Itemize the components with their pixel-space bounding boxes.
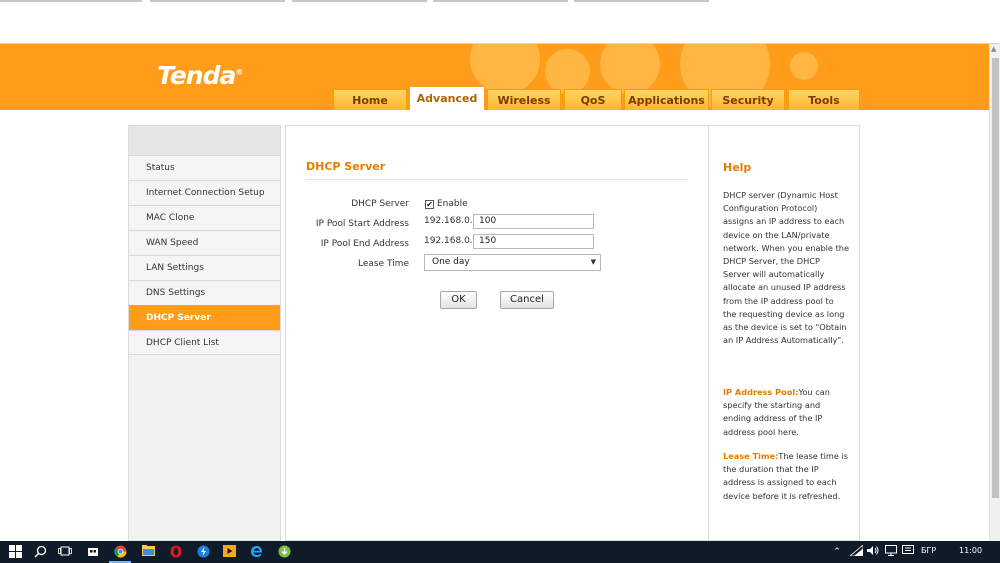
edge-legacy-icon[interactable] — [196, 545, 210, 559]
pool-end-input[interactable]: 150 — [473, 234, 594, 249]
tab-tools[interactable]: Tools — [788, 89, 860, 110]
task-view-icon[interactable] — [58, 545, 72, 559]
sidebar-item-lan-settings[interactable]: LAN Settings — [129, 255, 280, 280]
sidebar-item-wan-speed[interactable]: WAN Speed — [129, 230, 280, 255]
enable-label: Enable — [437, 199, 468, 209]
edge-icon[interactable] — [249, 545, 263, 559]
pool-start-input[interactable]: 100 — [473, 214, 594, 229]
sidebar-item-internet-connection-setup[interactable]: Internet Connection Setup — [129, 180, 280, 205]
help-pool-paragraph: IP Address Pool:You can specify the star… — [723, 386, 849, 439]
ok-button[interactable]: OK — [440, 291, 477, 309]
tab-wireless[interactable]: Wireless — [487, 89, 561, 110]
router-header: Tenda® Home Advanced Wireless QoS Applic… — [0, 44, 989, 110]
help-lease-term: Lease Time: — [723, 451, 779, 461]
dhcp-server-panel: DHCP Server DHCP Server ✔ Enable IP Pool… — [285, 125, 708, 541]
tab-advanced[interactable]: Advanced — [410, 87, 484, 110]
store-icon[interactable] — [86, 545, 100, 559]
decor-bubble — [600, 44, 660, 94]
lease-time-value: One day — [432, 257, 470, 267]
pool-end-prefix: 192.168.0. — [424, 236, 473, 246]
torrent-icon[interactable] — [277, 545, 291, 559]
lease-time-label: Lease Time — [357, 259, 409, 269]
file-explorer-icon[interactable] — [141, 545, 155, 559]
settings-sidebar: Status Internet Connection Setup MAC Clo… — [128, 125, 281, 541]
display-icon[interactable] — [884, 545, 898, 559]
browser-tab-stub[interactable] — [0, 0, 142, 2]
clock[interactable]: 11:00 — [959, 546, 982, 555]
tab-qos[interactable]: QoS — [564, 89, 622, 110]
opera-icon[interactable] — [169, 545, 183, 559]
search-icon[interactable] — [33, 545, 47, 559]
help-lease-paragraph: Lease Time:The lease time is the duratio… — [723, 450, 849, 503]
windows-start-icon[interactable] — [8, 545, 22, 559]
browser-tab-stub[interactable] — [574, 0, 709, 2]
browser-tab-stub[interactable] — [433, 0, 568, 2]
network-icon[interactable] — [848, 544, 863, 559]
action-center-icon[interactable] — [901, 545, 915, 559]
decor-bubble — [790, 52, 818, 80]
dhcp-server-label: DHCP Server — [351, 199, 409, 209]
help-title: Help — [723, 161, 752, 174]
scroll-thumb[interactable] — [992, 58, 999, 498]
sidebar-item-dhcp-server[interactable]: DHCP Server — [129, 305, 280, 330]
lease-time-select[interactable]: One day ▼ — [424, 254, 601, 271]
decor-bubble — [545, 49, 590, 94]
chrome-icon[interactable] — [113, 545, 127, 559]
title-divider — [306, 179, 688, 180]
enable-checkbox[interactable]: ✔ — [425, 200, 434, 209]
checkmark-icon: ✔ — [426, 200, 433, 209]
sidebar-header — [129, 126, 280, 155]
pool-end-label: IP Pool End Address — [320, 239, 409, 249]
tab-security[interactable]: Security — [711, 89, 785, 110]
tab-home[interactable]: Home — [333, 89, 407, 110]
chevron-up-icon[interactable]: ⌃ — [830, 545, 844, 559]
browser-top-bar — [0, 0, 1000, 44]
browser-tab-stub[interactable] — [292, 0, 427, 2]
tenda-logo: Tenda® — [157, 61, 243, 90]
pool-start-prefix: 192.168.0. — [424, 216, 473, 226]
scroll-up-arrow-icon[interactable]: ▲ — [991, 45, 996, 53]
tab-applications[interactable]: Applications — [624, 89, 709, 110]
sidebar-item-dhcp-client-list[interactable]: DHCP Client List — [129, 330, 280, 355]
pool-start-label: IP Pool Start Address — [315, 219, 409, 229]
cancel-button[interactable]: Cancel — [500, 291, 554, 309]
windows-taskbar: ⌃ БГР 11:00 — [0, 541, 1000, 563]
dropdown-arrow-icon: ▼ — [590, 258, 596, 266]
sidebar-item-mac-clone[interactable]: MAC Clone — [129, 205, 280, 230]
browser-tab-stub[interactable] — [150, 0, 285, 2]
sidebar-item-status[interactable]: Status — [129, 155, 280, 180]
media-player-icon[interactable] — [222, 545, 236, 559]
input-language[interactable]: БГР — [921, 546, 936, 555]
volume-icon[interactable] — [866, 545, 880, 559]
help-pool-term: IP Address Pool: — [723, 387, 799, 397]
sidebar-item-dns-settings[interactable]: DNS Settings — [129, 280, 280, 305]
page-scrollbar[interactable]: ▲ — [989, 44, 1000, 541]
help-intro-text: DHCP server (Dynamic Host Configuration … — [723, 190, 850, 346]
page-title: DHCP Server — [306, 160, 386, 173]
help-panel: Help DHCP server (Dynamic Host Configura… — [708, 125, 860, 541]
